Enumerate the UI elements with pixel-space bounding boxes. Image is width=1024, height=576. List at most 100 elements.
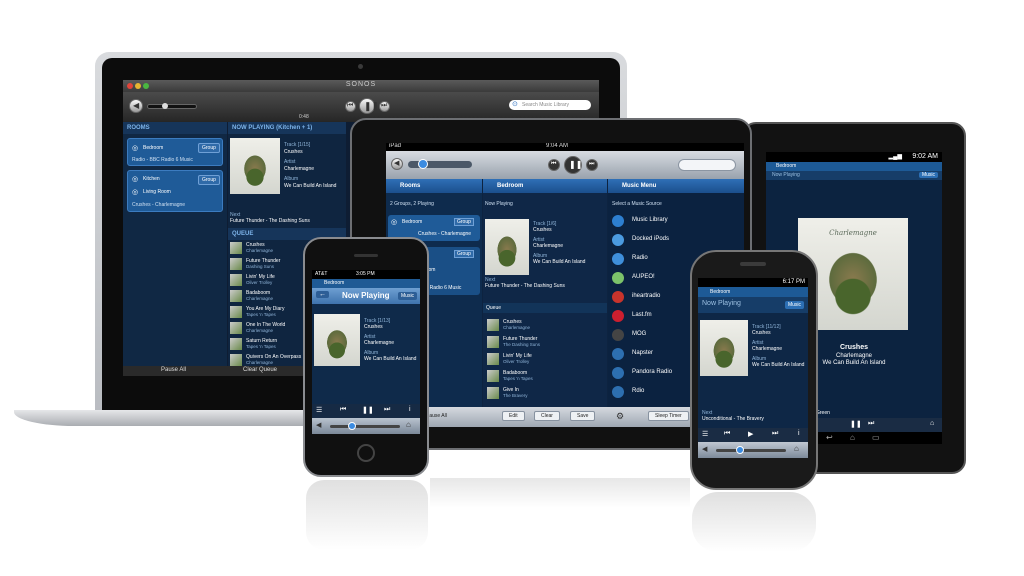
save-button[interactable]: Save [570, 411, 596, 421]
speaker-icon[interactable]: ◀ [702, 445, 707, 453]
volume-knob[interactable] [348, 422, 356, 430]
iphone-reflection [306, 480, 428, 550]
room-source: Crushes - Charlemagne [132, 202, 186, 208]
group-button[interactable]: Group [454, 218, 474, 226]
back-icon[interactable]: ↩ [826, 433, 833, 442]
music-source-item[interactable]: Docked iPods [612, 232, 732, 250]
music-button[interactable]: Music [398, 292, 418, 300]
queue-track-artist: The Dashing Suns [503, 342, 541, 347]
home-icon[interactable]: ⌂ [850, 433, 855, 442]
volume-slider[interactable] [408, 159, 472, 169]
android-room-name: Bedroom [710, 289, 731, 295]
tablet-music-button[interactable]: Music [918, 172, 938, 178]
pause-all-button[interactable]: Pause All [161, 367, 186, 373]
group-button[interactable]: Group [198, 143, 220, 153]
previous-button[interactable]: ⏮ [724, 430, 730, 438]
recent-apps-icon[interactable]: ▭ [872, 433, 880, 442]
previous-icon: ⏮ [551, 161, 557, 167]
volume-knob[interactable] [418, 159, 428, 169]
music-source-icon [612, 367, 624, 379]
room-card-kitchen[interactable]: ◎ Kitchen Group ◎ Living Room Crushes - … [127, 170, 223, 212]
volume-slider[interactable] [330, 422, 400, 430]
edit-button[interactable]: Edit [502, 411, 525, 421]
clear-button[interactable]: Clear [534, 411, 560, 421]
album-label: Album [284, 176, 299, 182]
android-volume-bar: ◀ ⌂ [698, 442, 808, 458]
queue-album-thumb [230, 354, 242, 366]
queue-row[interactable]: Badaboom Tapes 'n Tapes [485, 368, 605, 384]
iphone-home-button[interactable] [357, 444, 375, 462]
play-button[interactable]: ▶ [748, 430, 753, 438]
pause-button[interactable]: ❚❚ [359, 98, 379, 114]
gear-icon[interactable]: ⚙ [616, 411, 624, 422]
next-track: Unconditional - The Bravery [702, 416, 764, 422]
info-icon[interactable]: i [409, 406, 411, 413]
queue-album-thumb [487, 353, 499, 365]
queue-header: Queue [483, 303, 607, 313]
pause-button[interactable]: ❚❚ [362, 406, 374, 414]
pause-button[interactable]: ❚❚ [850, 420, 862, 428]
previous-button[interactable]: ⏮ [345, 101, 356, 112]
music-button[interactable]: Music [784, 301, 804, 309]
queue-row[interactable]: Crushes Charlemagne [485, 317, 605, 333]
clear-queue-button[interactable]: Clear Queue [243, 367, 277, 373]
iphone-nav-bar: ← Now Playing Music [312, 288, 420, 304]
window-titlebar: SONOS [123, 80, 599, 92]
artist-name: Charlemagne [284, 166, 315, 172]
music-source-label: Music Library [632, 217, 668, 223]
search-input[interactable]: ⊙ Search Music Library [509, 100, 591, 110]
volume-slider[interactable] [716, 446, 786, 454]
next-button[interactable]: ⏭ [868, 420, 874, 428]
search-placeholder: Search Music Library [522, 102, 569, 108]
room-card-bedroom[interactable]: ◎ Bedroom Group Radio - BBC Radio 6 Musi… [127, 138, 223, 166]
group-button[interactable]: Group [454, 250, 474, 258]
next-button[interactable]: ⏭ [379, 101, 390, 112]
home-icon[interactable]: ⌂ [406, 420, 411, 429]
volume-knob[interactable] [162, 103, 168, 109]
next-button[interactable]: ⏭ [586, 159, 598, 171]
list-icon[interactable]: ☰ [702, 430, 708, 438]
volume-knob[interactable] [736, 446, 744, 454]
next-button[interactable]: ⏭ [384, 406, 390, 414]
queue-track-artist: Charlemagne [246, 248, 274, 253]
home-icon[interactable]: ⌂ [794, 444, 799, 453]
iphone-screen: AT&T 3:05 PM Bedroom ← Now Playing Music… [312, 270, 420, 434]
artist-name: Charlemagne [533, 243, 564, 249]
volume-slider[interactable] [147, 103, 197, 109]
info-icon[interactable]: i [798, 430, 800, 437]
track-title: Crushes [752, 330, 771, 336]
music-source-item[interactable]: Music Library [612, 213, 732, 231]
album-art [230, 138, 280, 194]
home-icon[interactable]: ⌂ [930, 420, 934, 427]
pause-all-button[interactable]: Pause All [426, 413, 447, 419]
previous-button[interactable]: ⏮ [340, 406, 346, 414]
music-source-label: Radio [632, 255, 648, 261]
ipad-reflection [430, 478, 690, 508]
queue-row[interactable]: Livin' My Life Oliver Trolley [485, 351, 605, 367]
music-source-icon [612, 234, 624, 246]
room-name: Living Room [143, 189, 171, 195]
search-input[interactable] [678, 159, 736, 171]
track-title: Crushes [284, 149, 303, 155]
music-source-label: MOG [632, 331, 647, 337]
mute-button[interactable]: ◀ [391, 158, 403, 170]
group-button[interactable]: Group [198, 175, 220, 185]
mute-button[interactable]: ◀ [129, 99, 143, 113]
previous-button[interactable]: ⏮ [548, 159, 560, 171]
speaker-icon[interactable]: ◀ [316, 421, 321, 429]
queue-row[interactable]: Give In The Bravery [485, 385, 605, 401]
android-clock: 6:17 PM [782, 279, 805, 285]
now-playing-room: Bedroom [483, 179, 607, 193]
sleep-timer-button[interactable]: Sleep Timer [648, 411, 689, 421]
queue-row[interactable]: Future Thunder The Dashing Suns [485, 334, 605, 350]
music-menu-header: Music Menu [608, 179, 744, 193]
next-button[interactable]: ⏭ [772, 430, 778, 438]
next-icon: ⏭ [589, 161, 595, 167]
tablet-now-playing: Now Playing [772, 172, 800, 178]
list-icon[interactable]: ☰ [316, 406, 322, 414]
queue-album-thumb [487, 387, 499, 399]
pause-button[interactable]: ❚❚ [564, 156, 582, 174]
tablet-status-bar: 9:02 AM ▂▄▆ [766, 152, 942, 162]
music-source-icon [612, 310, 624, 322]
back-button[interactable]: ← [316, 291, 329, 298]
